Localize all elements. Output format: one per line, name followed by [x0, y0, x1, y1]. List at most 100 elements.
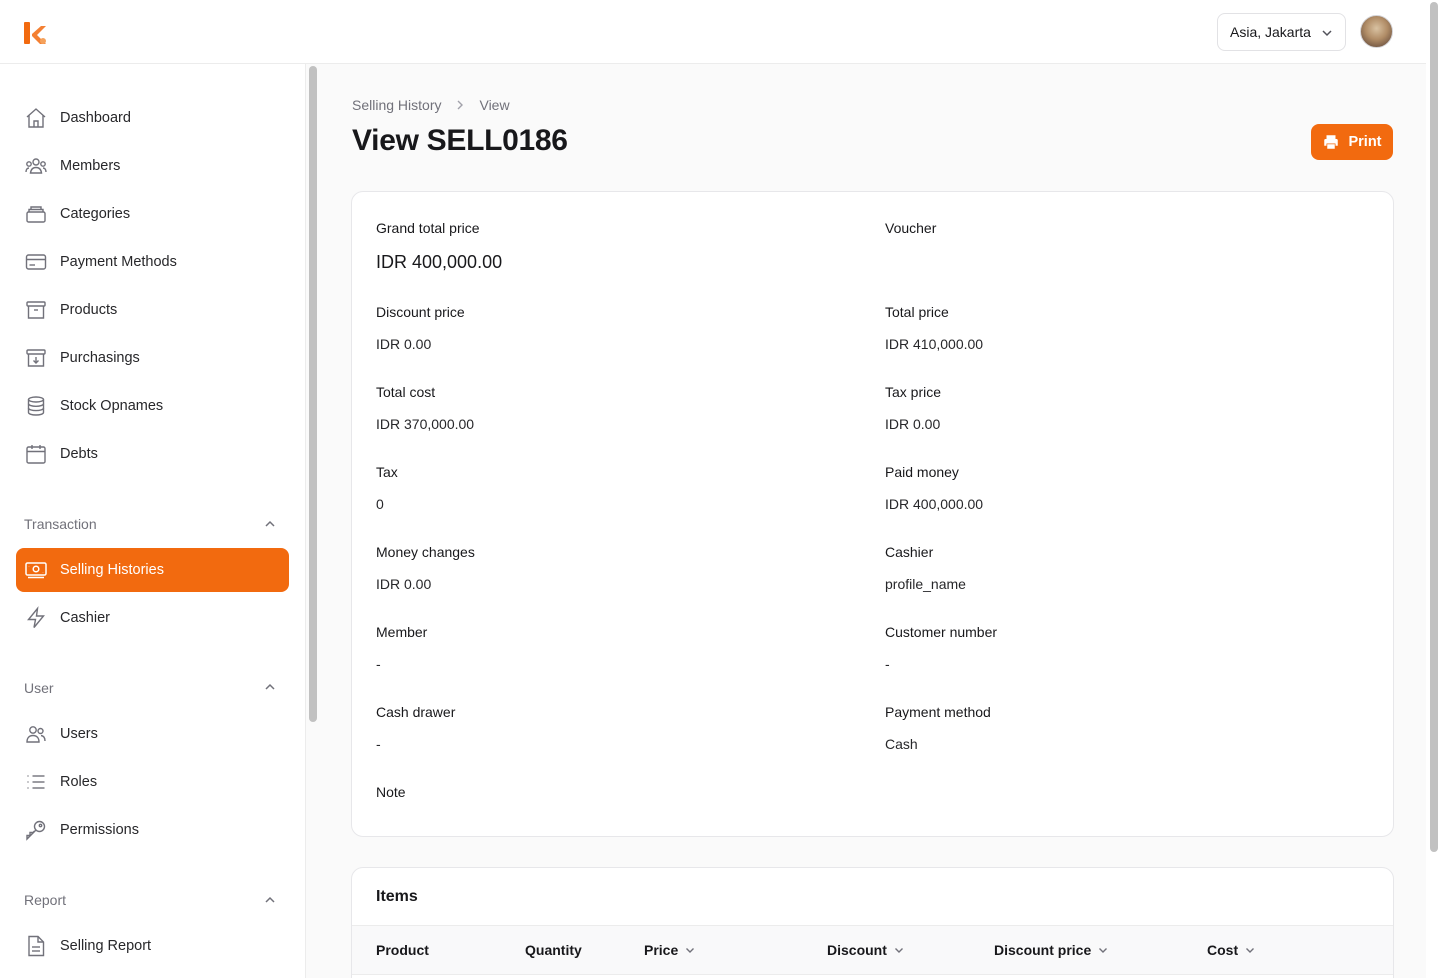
sidebar-item-label: Stock Opnames: [60, 398, 164, 414]
chevron-up-icon[interactable]: [263, 680, 277, 694]
group-label-transaction: Transaction: [24, 516, 97, 532]
timezone-select[interactable]: Asia, Jakarta: [1217, 13, 1346, 51]
items-title: Items: [376, 888, 418, 905]
cashier-label: Cashier: [885, 544, 934, 560]
column-header-label: Discount price: [994, 942, 1092, 958]
list-icon: [27, 775, 45, 789]
sidebar-item-label: Dashboard: [60, 110, 131, 126]
customer-number-label: Customer number: [885, 624, 998, 640]
payment-method-value: Cash: [885, 736, 918, 752]
column-header-label: Product: [376, 942, 429, 958]
document-icon: [28, 935, 45, 957]
sidebar-item-label: Members: [60, 158, 121, 174]
credit-card-icon: [25, 254, 47, 270]
bolt-icon: [27, 606, 45, 628]
print-button[interactable]: Print: [1311, 124, 1393, 160]
archive-box-icon: [26, 301, 46, 319]
sidebar-item-label: Selling Histories: [60, 562, 164, 578]
sidebar-item-label: Categories: [60, 206, 131, 222]
cash-drawer-label: Cash drawer: [376, 704, 456, 720]
money-changes-label: Money changes: [376, 544, 475, 560]
sidebar-item-users[interactable]: Users: [16, 712, 289, 756]
sidebar-item-label: Products: [60, 302, 118, 318]
chevron-up-icon[interactable]: [263, 893, 277, 907]
calendar-icon: [26, 445, 46, 464]
discount-price-label: Discount price: [376, 304, 465, 320]
breadcrumb-parent-link[interactable]: Selling History: [352, 97, 441, 113]
discount-price-value: IDR 0.00: [376, 336, 432, 352]
archive-down-icon: [26, 349, 46, 367]
chevron-right-icon: [454, 99, 466, 111]
sort-chevron-icon: [686, 948, 695, 953]
timezone-value: Asia, Jakarta: [1230, 24, 1311, 40]
sale-details-card: Grand total price IDR 400,000.00 Voucher…: [351, 191, 1394, 837]
page-title: View SELL0186: [352, 124, 568, 157]
sidebar-item-selling-report[interactable]: Selling Report: [16, 924, 289, 968]
sidebar-item-label: Purchasings: [60, 350, 140, 366]
column-header-quantity[interactable]: Quantity: [525, 942, 582, 958]
tax-label: Tax: [376, 464, 398, 480]
banknote-icon: [25, 562, 47, 579]
paid-money-label: Paid money: [885, 464, 959, 480]
voucher-label: Voucher: [885, 220, 937, 236]
tax-price-value: IDR 0.00: [885, 416, 941, 432]
app-logo[interactable]: [23, 20, 49, 46]
total-cost-label: Total cost: [376, 384, 436, 400]
sidebar-item-stock-opnames[interactable]: Stock Opnames: [16, 384, 289, 428]
total-cost-value: IDR 370,000.00: [376, 416, 475, 432]
sidebar-item-label: Payment Methods: [60, 254, 177, 270]
sort-chevron-icon: [1246, 948, 1255, 953]
user-avatar[interactable]: [1360, 15, 1393, 48]
members-icon: [25, 158, 47, 174]
top-bar: Asia, Jakarta: [0, 0, 1426, 64]
customer-number-value: -: [885, 656, 890, 672]
sort-chevron-icon: [1099, 948, 1108, 953]
sidebar-item-label: Permissions: [60, 822, 139, 838]
sidebar-item-label: Debts: [60, 446, 98, 462]
page-scrollbar[interactable]: [1430, 2, 1438, 852]
column-header-discount-price[interactable]: Discount price: [994, 942, 1109, 958]
items-card: Items Product Quantity Price Discount Di…: [351, 867, 1394, 978]
sidebar-item-selling-histories[interactable]: Selling Histories: [16, 548, 289, 592]
sort-chevron-icon: [894, 948, 903, 953]
home-icon: [26, 108, 46, 128]
tax-price-label: Tax price: [885, 384, 942, 400]
grand-total-value: IDR 400,000.00: [376, 252, 503, 272]
sidebar-item-label: Roles: [60, 774, 98, 790]
sidebar-item-roles[interactable]: Roles: [16, 760, 289, 804]
chevron-down-icon: [1322, 30, 1332, 37]
column-header-label: Quantity: [525, 942, 582, 958]
database-icon: [27, 396, 45, 416]
sidebar-item-label: Selling Report: [60, 938, 152, 954]
total-price-label: Total price: [885, 304, 949, 320]
column-header-discount[interactable]: Discount: [827, 942, 905, 958]
sidebar-scrollbar[interactable]: [309, 66, 317, 722]
sidebar-item-label: Cashier: [60, 610, 110, 626]
cashier-value: profile_name: [885, 576, 966, 592]
breadcrumb-current: View: [479, 97, 510, 113]
print-label: Print: [1348, 134, 1382, 150]
column-header-cost[interactable]: Cost: [1207, 942, 1256, 958]
key-icon: [26, 820, 46, 841]
sidebar-item-debts[interactable]: Debts: [16, 432, 289, 476]
grand-total-label: Grand total price: [376, 220, 480, 236]
column-header-label: Discount: [827, 942, 887, 958]
categories-icon: [26, 206, 46, 223]
sidebar-item-members[interactable]: Members: [16, 144, 289, 188]
sidebar-item-payment-methods[interactable]: Payment Methods: [16, 240, 289, 284]
sidebar-item-permissions[interactable]: Permissions: [16, 808, 289, 852]
member-value: -: [376, 656, 381, 672]
chevron-up-icon[interactable]: [263, 517, 277, 531]
group-label-report: Report: [24, 892, 67, 908]
users-icon: [26, 726, 46, 743]
sidebar-item-categories[interactable]: Categories: [16, 192, 289, 236]
column-header-product[interactable]: Product: [376, 942, 429, 958]
money-changes-value: IDR 0.00: [376, 576, 432, 592]
sidebar-item-dashboard[interactable]: Dashboard: [16, 96, 289, 140]
sidebar-item-cashier[interactable]: Cashier: [16, 596, 289, 640]
total-price-value: IDR 410,000.00: [885, 336, 984, 352]
sidebar-item-products[interactable]: Products: [16, 288, 289, 332]
sidebar-item-purchasings[interactable]: Purchasings: [16, 336, 289, 380]
column-header-price[interactable]: Price: [644, 942, 696, 958]
column-header-label: Cost: [1207, 942, 1239, 958]
